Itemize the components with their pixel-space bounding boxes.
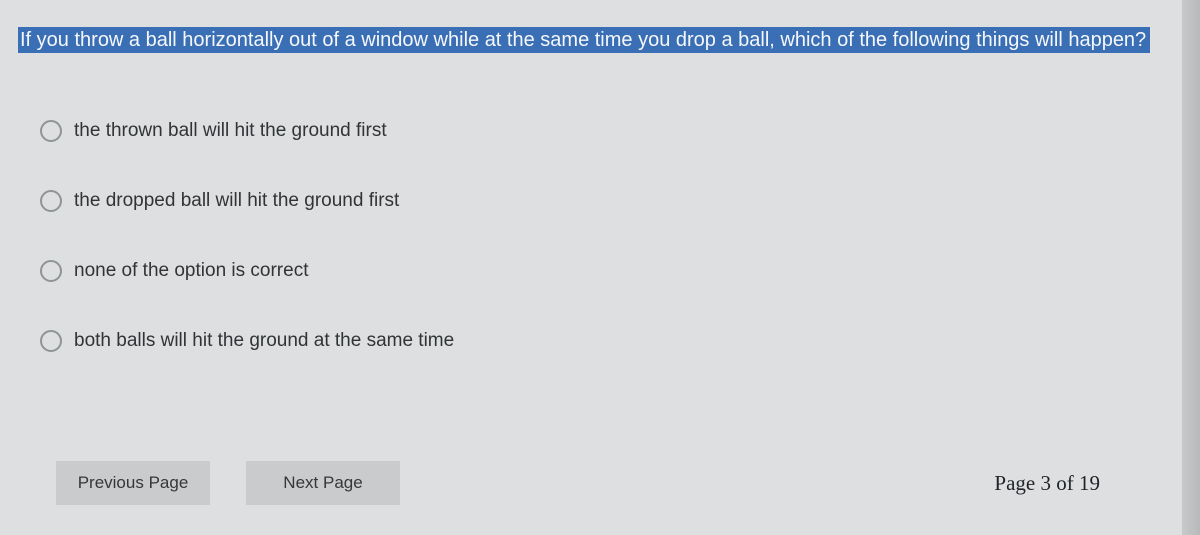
quiz-page: If you throw a ball horizontally out of … [0,0,1200,535]
radio-icon [40,260,62,282]
option-0[interactable]: the thrown ball will hit the ground firs… [40,120,454,142]
scrollbar-track[interactable] [1182,0,1200,535]
option-2[interactable]: none of the option is correct [40,260,454,282]
radio-icon [40,190,62,212]
page-indicator: Page 3 of 19 [994,471,1100,496]
question-highlight: If you throw a ball horizontally out of … [18,27,1150,53]
radio-icon [40,120,62,142]
option-3[interactable]: both balls will hit the ground at the sa… [40,330,454,352]
next-page-button[interactable]: Next Page [246,461,400,505]
footer: Previous Page Next Page Page 3 of 19 [0,461,1200,505]
option-label: the dropped ball will hit the ground fir… [74,190,399,212]
option-label: both balls will hit the ground at the sa… [74,330,454,352]
radio-icon [40,330,62,352]
option-1[interactable]: the dropped ball will hit the ground fir… [40,190,454,212]
option-label: none of the option is correct [74,260,308,282]
option-label: the thrown ball will hit the ground firs… [74,120,387,142]
previous-page-button[interactable]: Previous Page [56,461,210,505]
question-text: If you throw a ball horizontally out of … [18,25,1150,56]
options-group: the thrown ball will hit the ground firs… [40,120,454,400]
